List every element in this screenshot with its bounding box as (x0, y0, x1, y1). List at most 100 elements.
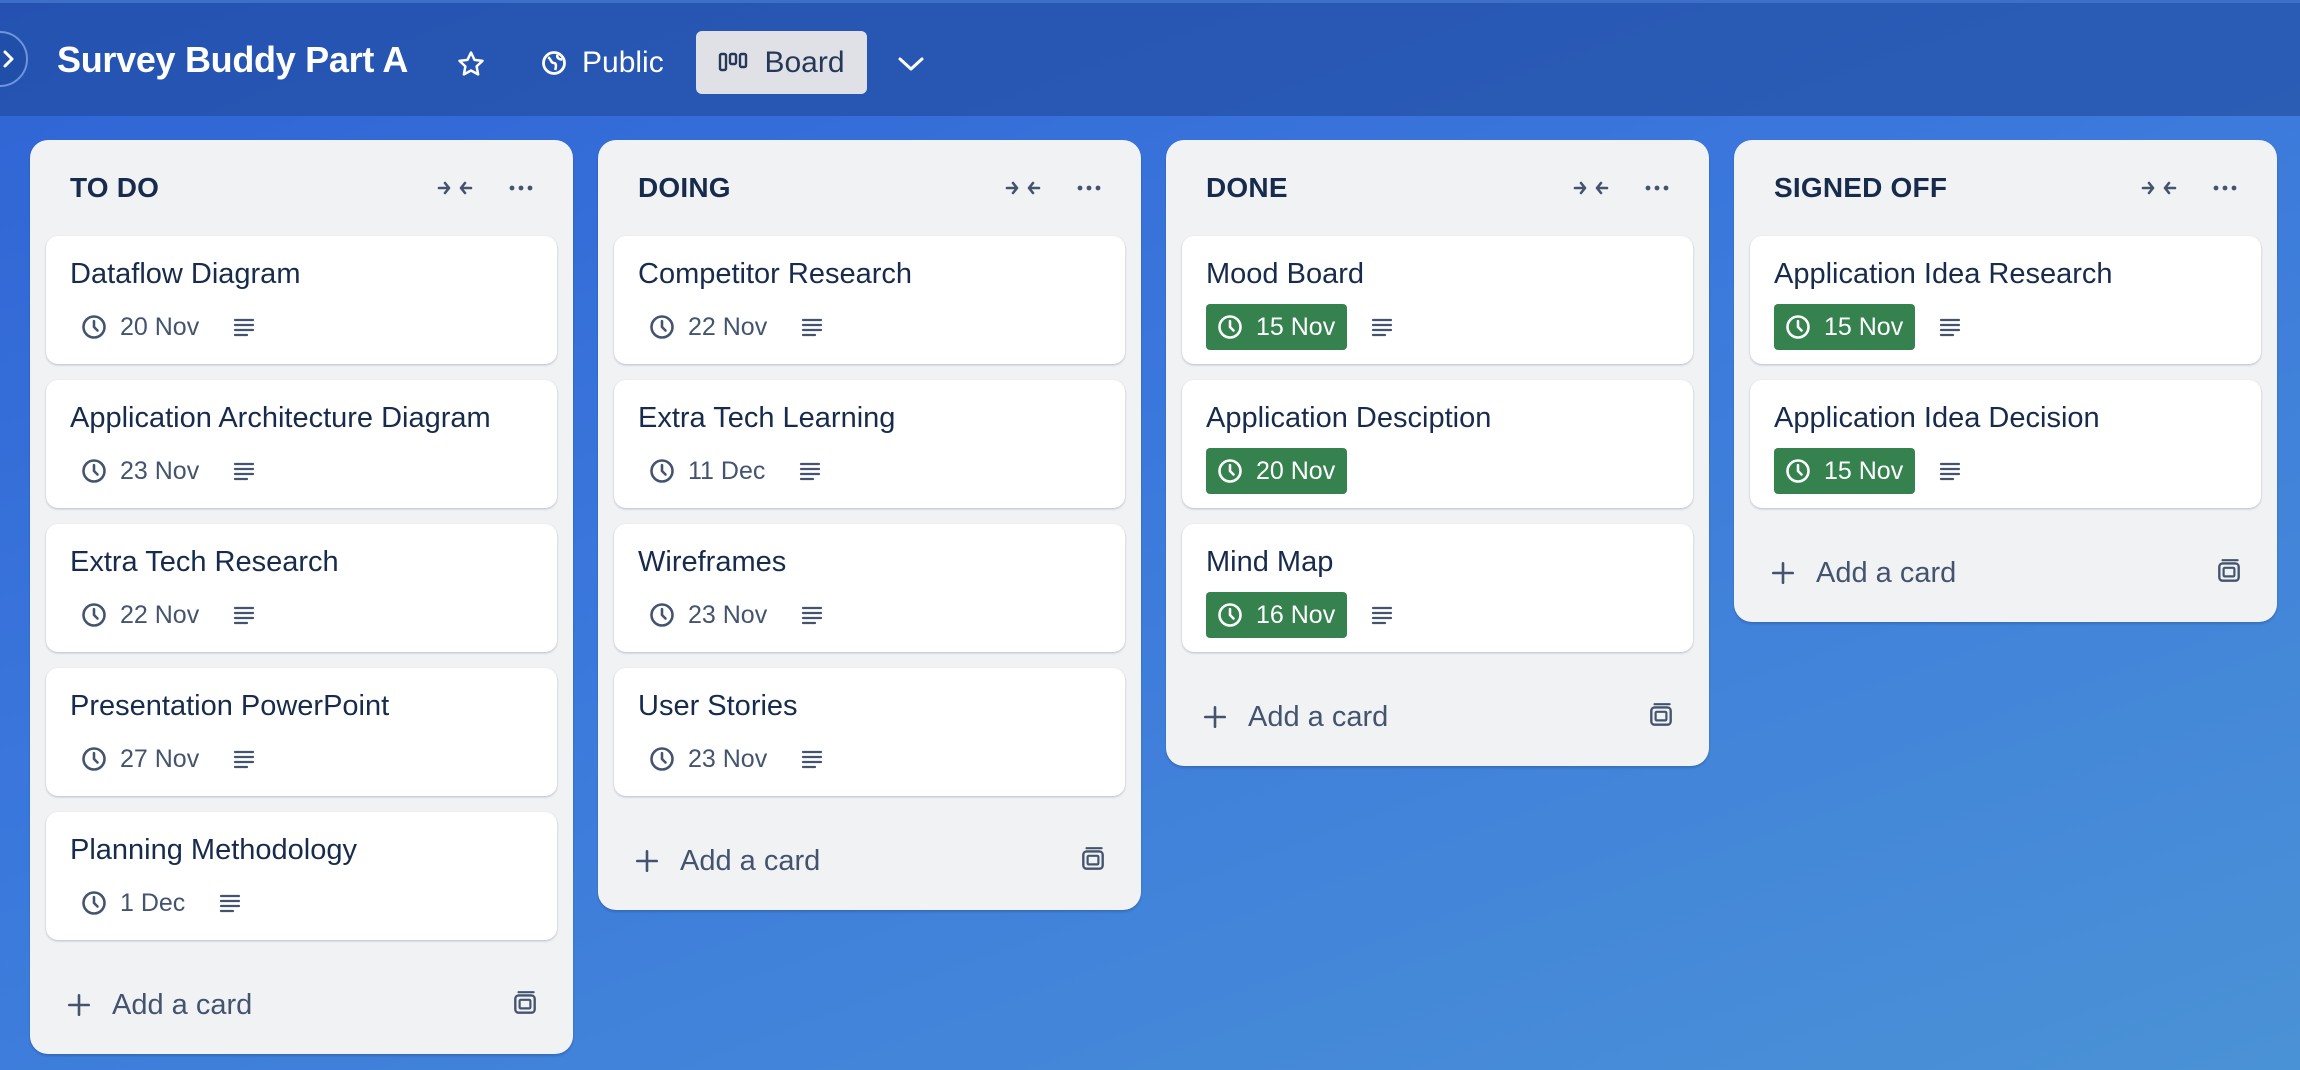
star-board-button[interactable] (446, 39, 496, 89)
collapse-list-button[interactable] (437, 172, 473, 204)
description-indicator (231, 747, 257, 771)
due-date-text: 23 Nov (688, 744, 768, 773)
description-indicator (231, 603, 257, 627)
due-date-badge[interactable]: 27 Nov (70, 736, 209, 782)
collapse-list-button[interactable] (2141, 172, 2177, 204)
list-header[interactable]: DOING (614, 140, 1125, 236)
due-date-text: 11 Dec (688, 456, 766, 485)
card[interactable]: Application Idea Research 15 Nov (1750, 236, 2261, 364)
description-icon (234, 318, 255, 337)
collapse-list-button[interactable] (1573, 172, 1609, 204)
description-icon (800, 462, 821, 481)
card[interactable]: Wireframes 23 Nov (614, 524, 1125, 652)
due-date-badge[interactable]: 23 Nov (638, 592, 777, 638)
clock-icon (650, 315, 674, 339)
due-date-badge[interactable]: 20 Nov (70, 304, 209, 350)
clock-icon (82, 315, 106, 339)
card[interactable]: Application Idea Decision 15 Nov (1750, 380, 2261, 508)
card[interactable]: Mood Board 15 Nov (1182, 236, 1693, 364)
board-view-button[interactable]: Board (696, 31, 867, 94)
due-date-text: 20 Nov (120, 312, 200, 341)
due-date-badge[interactable]: 16 Nov (1206, 592, 1348, 638)
due-date-badge[interactable]: 15 Nov (1206, 304, 1348, 350)
collapse-list-button[interactable] (1005, 172, 1041, 204)
list-header[interactable]: SIGNED OFF (1750, 140, 2261, 236)
list-title[interactable]: SIGNED OFF (1774, 172, 1947, 204)
more-dots-icon (1645, 185, 1669, 191)
due-date-badge[interactable]: 1 Dec (70, 880, 195, 926)
board-view-label: Board (764, 45, 845, 79)
card-badges: 16 Nov (1206, 592, 1669, 638)
create-from-template-button[interactable] (1647, 701, 1675, 734)
due-date-badge[interactable]: 15 Nov (1774, 448, 1916, 494)
list-menu-button[interactable] (1639, 172, 1675, 204)
create-from-template-button[interactable] (2215, 557, 2243, 590)
card[interactable]: Dataflow Diagram 20 Nov (46, 236, 557, 364)
list-actions (437, 172, 539, 204)
more-dots-icon (509, 185, 533, 191)
list-column: TO DO Dataflow Diagram 20 Nov Application A… (30, 140, 573, 1054)
board-title[interactable]: Survey Buddy Part A (57, 39, 408, 81)
clock-icon (650, 747, 674, 771)
card[interactable]: Mind Map 16 Nov (1182, 524, 1693, 652)
list-header[interactable]: TO DO (46, 140, 557, 236)
create-from-template-button[interactable] (1079, 845, 1107, 878)
add-card-button[interactable]: Add a card (614, 812, 1125, 910)
clock-icon (650, 603, 674, 627)
create-from-template-button[interactable] (511, 989, 539, 1022)
chevron-right-icon (3, 50, 14, 68)
card-title: Mind Map (1206, 546, 1334, 578)
card[interactable]: Competitor Research 22 Nov (614, 236, 1125, 364)
clock-icon (82, 459, 106, 483)
list-title[interactable]: DONE (1206, 172, 1288, 204)
add-card-button[interactable]: Add a card (1182, 668, 1693, 766)
card-title: Application Architecture Diagram (70, 402, 491, 434)
list-title[interactable]: DOING (638, 172, 731, 204)
card-title: Application Desciption (1206, 402, 1492, 434)
list-header[interactable]: DONE (1182, 140, 1693, 236)
card-title: Application Idea Decision (1774, 402, 2100, 434)
description-indicator (217, 891, 243, 915)
card-badges: 20 Nov (1206, 448, 1669, 494)
due-date-badge[interactable]: 23 Nov (70, 448, 209, 494)
add-card-button[interactable]: Add a card (46, 956, 557, 1054)
description-indicator (231, 459, 257, 483)
clock-icon (82, 747, 106, 771)
visibility-button[interactable]: Public (530, 33, 674, 93)
card-title: User Stories (638, 690, 798, 722)
list-title[interactable]: TO DO (70, 172, 159, 204)
description-icon (1940, 462, 1961, 481)
due-date-badge[interactable]: 15 Nov (1774, 304, 1916, 350)
card-title: Planning Methodology (70, 834, 357, 866)
card[interactable]: Extra Tech Research 22 Nov (46, 524, 557, 652)
view-switcher-dropdown[interactable] (886, 39, 936, 89)
card-title: Wireframes (638, 546, 787, 578)
due-date-badge[interactable]: 20 Nov (1206, 448, 1348, 494)
collapse-icon (1573, 181, 1609, 195)
add-card-label: Add a card (1816, 556, 1957, 589)
due-date-badge[interactable]: 22 Nov (638, 304, 777, 350)
sidebar-expand-button[interactable] (0, 31, 28, 87)
list-menu-button[interactable] (503, 172, 539, 204)
card[interactable]: Extra Tech Learning 11 Dec (614, 380, 1125, 508)
due-date-text: 27 Nov (120, 744, 200, 773)
card[interactable]: Planning Methodology 1 Dec (46, 812, 557, 940)
card[interactable]: User Stories 23 Nov (614, 668, 1125, 796)
due-date-badge[interactable]: 11 Dec (638, 448, 775, 494)
card-badges: 20 Nov (70, 304, 533, 350)
card[interactable]: Application Architecture Diagram 23 Nov (46, 380, 557, 508)
card[interactable]: Application Desciption 20 Nov (1182, 380, 1693, 508)
due-date-badge[interactable]: 22 Nov (70, 592, 209, 638)
list-menu-button[interactable] (1071, 172, 1107, 204)
card[interactable]: Presentation PowerPoint 27 Nov (46, 668, 557, 796)
description-icon (802, 606, 823, 625)
description-icon (1372, 606, 1393, 625)
description-icon (802, 318, 823, 337)
due-date-text: 15 Nov (1824, 312, 1904, 341)
card-title: Competitor Research (638, 258, 912, 290)
description-icon (220, 894, 241, 913)
clock-icon (82, 603, 106, 627)
add-card-button[interactable]: Add a card (1750, 524, 2261, 622)
list-menu-button[interactable] (2207, 172, 2243, 204)
due-date-badge[interactable]: 23 Nov (638, 736, 777, 782)
